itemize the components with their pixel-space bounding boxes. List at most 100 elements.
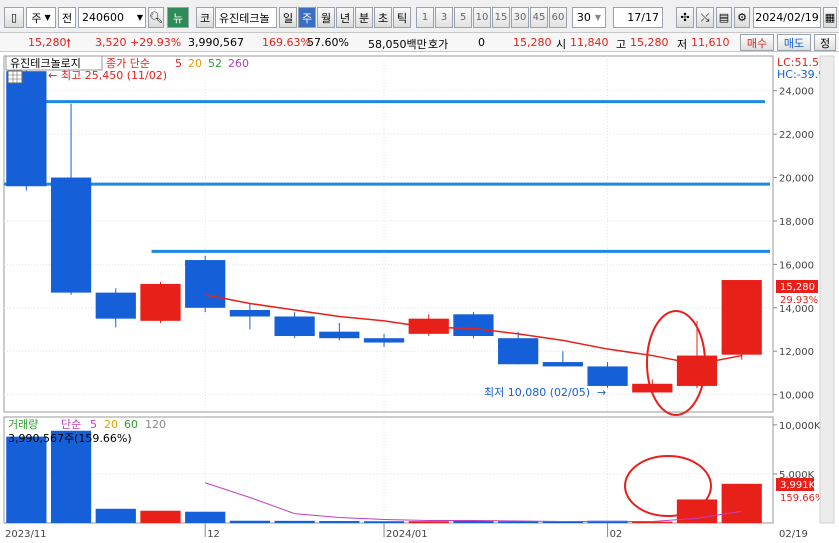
stock-name-field: 유진테크놀 [215,7,277,28]
period-tab-5[interactable]: 초 [374,7,392,28]
volume-bar[interactable] [363,521,405,523]
volume-bar[interactable] [6,436,47,523]
interval-button-30[interactable]: 30 [511,7,529,28]
interval-button-1[interactable]: 1 [416,7,434,28]
mode-label: 주 [31,11,42,25]
candle-body[interactable] [721,280,762,355]
search-icon[interactable]: 🔍︎ [148,7,164,28]
volume-bar[interactable] [319,521,360,523]
hoga-label: 호가 [428,38,449,51]
candle-body[interactable] [6,71,47,187]
stock-code-input[interactable]: 240600 ▼ [78,7,146,28]
quote-bar: 15,280 🠕 3,520 +29.93% 3,990,567 169.63%… [0,33,839,52]
candle-body[interactable] [542,362,583,367]
chart-area[interactable]: 24,000 22,000 20,000 18,000 16,000 14,000 12,0… [0,52,839,543]
open-value: 11,840 [570,36,609,49]
last-price: 15,280 [513,36,552,49]
vol-ma-period-120[interactable]: 120 [145,418,166,431]
period-tab-4[interactable]: 분 [355,7,373,28]
news-button[interactable]: 뉴 [167,7,189,28]
candle-body[interactable] [50,177,92,293]
hoga-value: 0 [478,36,485,49]
candle-body[interactable] [498,338,539,365]
interval-button-15[interactable]: 15 [492,7,510,28]
candle-body[interactable] [319,331,360,339]
candle-body[interactable] [229,309,271,317]
vol-ma-period-60[interactable]: 60 [124,418,138,431]
price-change-pct: +29.93% [130,36,182,49]
candle-body[interactable] [363,338,405,343]
interval-button-5[interactable]: 5 [454,7,472,28]
market-button[interactable]: 코 [196,7,214,28]
mode-select[interactable]: 주 ▼ [26,7,56,28]
table-icon[interactable] [7,70,23,84]
volume-ma-label[interactable]: 단순 [61,418,81,431]
ma-period-5[interactable]: 5 [175,57,182,70]
jeon-button[interactable]: 전 [58,7,76,28]
candle-body[interactable] [676,355,718,386]
volume-label: 거래량 [8,418,38,431]
volume-bar[interactable] [140,510,181,523]
volume-current-pct: 159.66% [780,493,825,504]
candle-body[interactable] [453,314,494,337]
trend-icon[interactable]: ⤯ [696,7,714,28]
volume-bar[interactable] [721,483,762,523]
price-tick-label: 18,000 [779,217,814,228]
period-tab-1[interactable]: 주 [298,7,316,28]
vol-ma-period-20[interactable]: 20 [104,418,118,431]
high-label: 고 [616,38,627,51]
high-value: 15,280 [630,36,669,49]
buy-button[interactable]: 매수 [740,34,774,51]
price-volume-chart[interactable]: 24,00022,00020,00018,00016,00014,00012,0… [0,52,839,543]
current-price: 15,280 [28,36,67,49]
ma-period-260[interactable]: 260 [228,57,249,70]
price-tick-label: 20,000 [779,174,814,185]
open-label: 시 [556,38,567,51]
candle-body[interactable] [185,260,226,308]
vol-ma-period-5[interactable]: 5 [90,418,97,431]
chart-type-icon[interactable]: ▯ [4,7,24,28]
correct-button[interactable]: 정 [814,34,836,51]
save-icon[interactable]: ▤ [716,7,732,28]
toolbar: ▯ 주 ▼ 전 240600 ▼ 🔍︎ 뉴 코 유진테크놀 30 ▼ 17/17 ✣… [0,0,839,33]
crosshair-icon[interactable]: ✣ [676,7,694,28]
period-tab-3[interactable]: 년 [336,7,354,28]
high-annotation-arrow: ← [48,69,57,82]
volume-bar[interactable] [95,508,136,523]
volume-bar[interactable] [229,520,271,523]
x-tick-label: 2023/11 [5,529,47,540]
candle-body[interactable] [408,318,449,334]
candle-body[interactable] [274,316,315,337]
candle-body[interactable] [95,292,136,319]
period-tab-6[interactable]: 틱 [393,7,411,28]
chevron-down-icon: ▼ [44,13,51,22]
volume-current-tag: 3,991K [780,480,816,491]
price-tick-label: 24,000 [779,87,814,98]
period-tab-0[interactable]: 일 [279,7,297,28]
date-field[interactable]: 2024/02/19 [753,7,821,28]
gear-icon[interactable]: ⚙ [734,7,750,28]
volume-value: 3,990,567 [188,36,244,49]
volume-bar[interactable] [453,521,494,523]
candle-body[interactable] [587,366,628,386]
chart-scrollbar[interactable] [819,55,835,524]
price-tick-label: 22,000 [779,130,814,141]
ma-period-20[interactable]: 20 [188,57,202,70]
volume-bar[interactable] [408,521,449,523]
period-tab-2[interactable]: 월 [317,7,335,28]
low-label: 저 [677,38,688,51]
interval-button-45[interactable]: 45 [530,7,548,28]
sell-button[interactable]: 매도 [777,34,811,51]
count-select[interactable]: 30 ▼ [572,7,606,28]
count-value: 30 [576,11,591,24]
ma-period-52[interactable]: 52 [208,57,222,70]
price-panel-frame [3,55,774,413]
volume-bar[interactable] [274,520,315,523]
interval-button-10[interactable]: 10 [473,7,491,28]
interval-button-60[interactable]: 60 [549,7,567,28]
hts-chart-window: ▯ 주 ▼ 전 240600 ▼ 🔍︎ 뉴 코 유진테크놀 30 ▼ 17/17 ✣… [0,0,839,543]
volume-bar[interactable] [185,511,226,523]
interval-button-3[interactable]: 3 [435,7,453,28]
calendar-icon[interactable]: ▦ [823,7,837,28]
candle-body[interactable] [140,283,181,321]
